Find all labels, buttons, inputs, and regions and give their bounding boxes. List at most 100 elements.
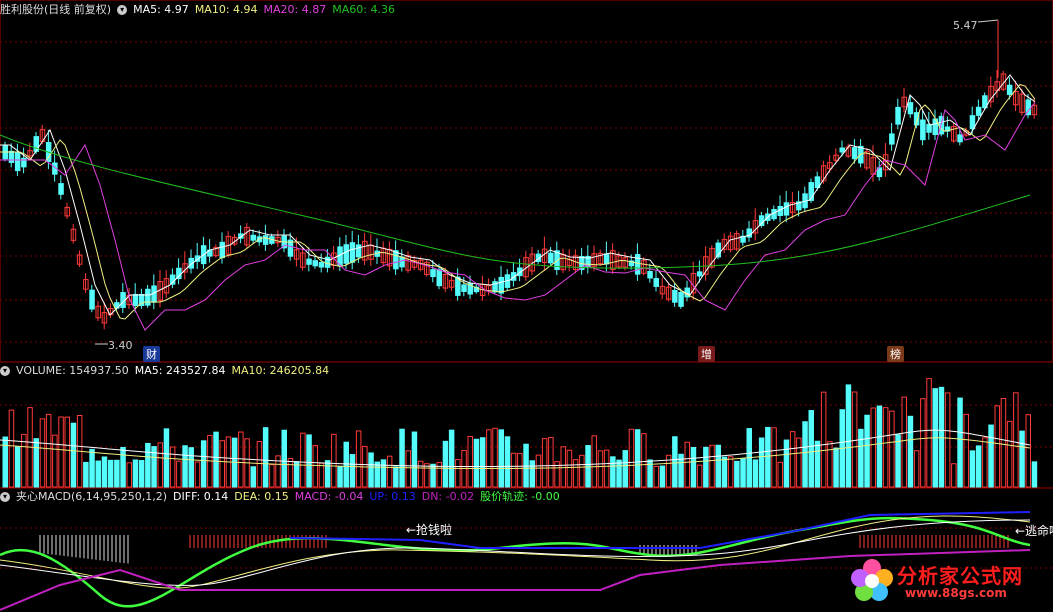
volume-bar bbox=[442, 440, 449, 488]
volume-bar bbox=[386, 455, 393, 488]
volume-bar bbox=[188, 447, 194, 488]
event-marker-finance[interactable]: 财 bbox=[143, 346, 160, 362]
volume-bar bbox=[176, 460, 182, 488]
volume-bar bbox=[703, 446, 709, 488]
volume-bar bbox=[200, 440, 207, 488]
volume-bar bbox=[380, 459, 387, 488]
volume-bar bbox=[64, 416, 70, 488]
candle bbox=[399, 256, 405, 268]
volume-bar bbox=[560, 446, 566, 488]
volume-bar bbox=[963, 413, 969, 488]
volume-bar bbox=[101, 456, 108, 488]
volume-bar bbox=[455, 459, 461, 488]
candle bbox=[498, 276, 504, 294]
volume-bar bbox=[393, 466, 399, 488]
volume-bar bbox=[727, 456, 734, 488]
volume-bar bbox=[771, 427, 777, 488]
volume-bar bbox=[467, 435, 473, 488]
volume-bar bbox=[740, 457, 746, 488]
volume-bar bbox=[548, 437, 554, 488]
volume-bar bbox=[300, 432, 306, 488]
volume-bar bbox=[1000, 397, 1007, 488]
volume-bar bbox=[405, 450, 411, 488]
volume-bar bbox=[324, 460, 331, 488]
volume-bar bbox=[145, 442, 151, 488]
volume-bar bbox=[45, 413, 52, 488]
event-marker-increase[interactable]: 增 bbox=[698, 346, 715, 362]
volume-bar bbox=[182, 445, 188, 488]
volume-bar bbox=[579, 454, 585, 488]
volume-bar bbox=[603, 449, 610, 488]
volume-bar bbox=[126, 462, 132, 488]
volume-bar bbox=[907, 415, 914, 488]
volume-bar bbox=[52, 434, 58, 488]
candle bbox=[393, 250, 399, 270]
volume-bar bbox=[777, 461, 783, 488]
price-panel-frame bbox=[0, 0, 1053, 363]
volume-bar bbox=[920, 398, 926, 488]
event-marker-ranking[interactable]: 榜 bbox=[887, 346, 904, 362]
volume-bar bbox=[672, 436, 678, 488]
volume-bar bbox=[802, 421, 808, 488]
volume-bar bbox=[529, 460, 535, 488]
volume-bar bbox=[312, 445, 318, 488]
volume-bar bbox=[417, 460, 424, 488]
volume-bar bbox=[566, 449, 573, 488]
volume-bar bbox=[783, 439, 790, 488]
volume-bar bbox=[535, 454, 542, 488]
volume-bar bbox=[219, 440, 225, 488]
candle bbox=[430, 269, 436, 278]
candle bbox=[262, 235, 269, 245]
volume-bar bbox=[951, 463, 957, 488]
low-price-label: 3.40 bbox=[108, 339, 133, 352]
stock-chart[interactable] bbox=[0, 0, 1053, 612]
logo-url: www.88gs.com bbox=[905, 586, 1007, 600]
volume-bar bbox=[498, 429, 504, 488]
volume-bar bbox=[1013, 392, 1019, 488]
volume-bar bbox=[597, 450, 604, 488]
volume-bar bbox=[331, 433, 337, 488]
volume-bar bbox=[845, 384, 852, 488]
volume-bar bbox=[169, 446, 176, 488]
candle bbox=[653, 278, 659, 287]
volume-bar bbox=[988, 424, 994, 488]
candle bbox=[89, 289, 95, 310]
volume-bar bbox=[870, 407, 876, 488]
volume-bar bbox=[213, 431, 219, 488]
volume-bar bbox=[541, 438, 548, 488]
volume-bar bbox=[696, 464, 703, 488]
volume-bar bbox=[858, 428, 864, 488]
high-price-label: 5.47 bbox=[953, 19, 978, 32]
volume-bar bbox=[715, 444, 721, 488]
candle bbox=[907, 102, 914, 115]
candle bbox=[132, 293, 139, 307]
volume-bar bbox=[889, 410, 895, 488]
volume-bar bbox=[969, 450, 976, 488]
candle bbox=[926, 123, 932, 133]
volume-bar bbox=[287, 458, 294, 488]
site-logo: 分析家公式网 www.88gs.com bbox=[847, 556, 1047, 606]
candle bbox=[603, 253, 610, 265]
flower-logo-icon bbox=[851, 559, 893, 601]
volume-bar bbox=[318, 462, 325, 488]
candle bbox=[957, 134, 963, 143]
volume-bar bbox=[982, 437, 988, 488]
volume-bar bbox=[250, 466, 256, 488]
volume-bar bbox=[913, 450, 920, 488]
high-arrow bbox=[977, 19, 999, 23]
volume-bar bbox=[473, 438, 480, 488]
candle bbox=[176, 267, 182, 280]
volume-bar bbox=[157, 442, 163, 488]
volume-bar bbox=[876, 405, 883, 488]
candle bbox=[895, 106, 901, 125]
volume-bar bbox=[337, 466, 343, 488]
volume-bar bbox=[622, 450, 628, 488]
candle bbox=[548, 252, 554, 264]
candle bbox=[436, 269, 442, 287]
volume-bar bbox=[957, 397, 963, 488]
volume-bar bbox=[256, 441, 263, 488]
volume-bar bbox=[1025, 414, 1031, 488]
candle bbox=[114, 302, 120, 309]
candle bbox=[920, 119, 926, 141]
volume-bar bbox=[269, 464, 275, 488]
